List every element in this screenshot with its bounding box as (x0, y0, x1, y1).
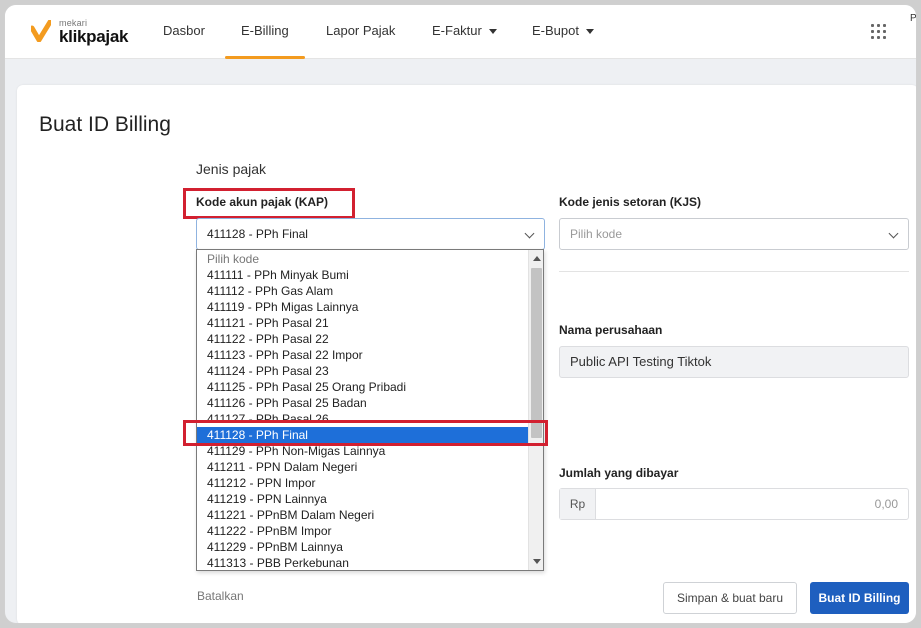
nav-item-e-bupot[interactable]: E-Bupot (532, 5, 594, 59)
dropdown-option[interactable]: 411219 - PPN Lainnya (197, 491, 528, 507)
dropdown-option[interactable]: 411119 - PPh Migas Lainnya (197, 299, 528, 315)
dropdown-option[interactable]: 411126 - PPh Pasal 25 Badan (197, 395, 528, 411)
logo-check-icon (31, 20, 51, 42)
save-and-new-button[interactable]: Simpan & buat baru (663, 582, 797, 614)
company-name-field: Public API Testing Tiktok (559, 346, 909, 378)
dropdown-option[interactable]: 411211 - PPN Dalam Negeri (197, 459, 528, 475)
nav-item-e-faktur[interactable]: E-Faktur (432, 5, 497, 59)
kap-select-value: 411128 - PPh Final (207, 227, 308, 241)
dropdown-option[interactable]: 411313 - PBB Perkebunan (197, 555, 528, 570)
logo-brand-name: klikpajak (59, 27, 129, 46)
dropdown-option[interactable]: 411121 - PPh Pasal 21 (197, 315, 528, 331)
dropdown-option[interactable]: 411124 - PPh Pasal 23 (197, 363, 528, 379)
amount-input[interactable]: Rp 0,00 (559, 488, 909, 520)
kap-select[interactable]: 411128 - PPh Final (196, 218, 545, 250)
dropdown-option[interactable]: 411111 - PPh Minyak Bumi (197, 267, 528, 283)
dropdown-placeholder-option[interactable]: Pilih kode (197, 251, 528, 267)
page-title: Buat ID Billing (39, 113, 171, 136)
billing-form-card: Buat ID Billing Jenis pajak Kode akun pa… (17, 85, 916, 623)
company-label: Nama perusahaan (559, 323, 663, 337)
nav-item-label: Dasbor (163, 23, 205, 38)
scroll-up-arrow-icon[interactable] (533, 256, 541, 261)
kjs-label: Kode jenis setoran (KJS) (559, 195, 702, 209)
nav-item-label: E-Billing (241, 23, 289, 38)
dropdown-option[interactable]: 411125 - PPh Pasal 25 Orang Pribadi (197, 379, 528, 395)
kjs-select-placeholder: Pilih kode (570, 227, 623, 241)
caret-down-icon (488, 29, 497, 35)
dropdown-option[interactable]: 411112 - PPh Gas Alam (197, 283, 528, 299)
scroll-down-arrow-icon[interactable] (533, 559, 541, 564)
dropdown-option[interactable]: 411122 - PPh Pasal 22 (197, 331, 528, 347)
top-navigation: mekari klikpajak Dasbor E-Billing Lapor … (5, 5, 916, 59)
dropdown-option[interactable]: 411123 - PPh Pasal 22 Impor (197, 347, 528, 363)
nav-item-dasbor[interactable]: Dasbor (163, 5, 205, 59)
chevron-down-icon (524, 228, 535, 239)
dropdown-option[interactable]: 411212 - PPN Impor (197, 475, 528, 491)
selected-option-highlight-box (183, 420, 548, 446)
chevron-down-icon (888, 228, 899, 239)
dropdown-option[interactable]: 411221 - PPnBM Dalam Negeri (197, 507, 528, 523)
nav-item-lapor-pajak[interactable]: Lapor Pajak (326, 5, 395, 59)
currency-prefix: Rp (560, 489, 596, 519)
cancel-button[interactable]: Batalkan (197, 589, 244, 603)
apps-grid-icon[interactable] (871, 24, 887, 40)
amount-label: Jumlah yang dibayar (559, 466, 679, 480)
kjs-select[interactable]: Pilih kode (559, 218, 909, 250)
nav-item-label: E-Bupot (532, 23, 579, 38)
dropdown-option[interactable]: 411229 - PPnBM Lainnya (197, 539, 528, 555)
scrollbar-thumb[interactable] (531, 268, 542, 438)
kap-dropdown-list[interactable]: Pilih kode 411111 - PPh Minyak Bumi 411112… (196, 249, 544, 571)
klikpajak-logo[interactable]: mekari klikpajak (31, 17, 141, 47)
app-window: mekari klikpajak Dasbor E-Billing Lapor … (4, 4, 917, 624)
nav-item-label: Lapor Pajak (326, 23, 396, 38)
dropdown-scrollbar[interactable] (528, 250, 543, 570)
dropdown-option[interactable]: 411222 - PPnBM Impor (197, 523, 528, 539)
nav-item-e-billing[interactable]: E-Billing (225, 5, 305, 59)
user-initial[interactable]: P (910, 13, 916, 24)
create-billing-button[interactable]: Buat ID Billing (810, 582, 909, 614)
nav-item-label: E-Faktur (432, 23, 482, 38)
kap-label-highlight-box (183, 188, 355, 219)
divider (559, 271, 909, 272)
company-name-value: Public API Testing Tiktok (570, 354, 712, 369)
section-title: Jenis pajak (196, 161, 267, 177)
caret-down-icon (585, 29, 594, 35)
amount-value: 0,00 (874, 497, 898, 511)
